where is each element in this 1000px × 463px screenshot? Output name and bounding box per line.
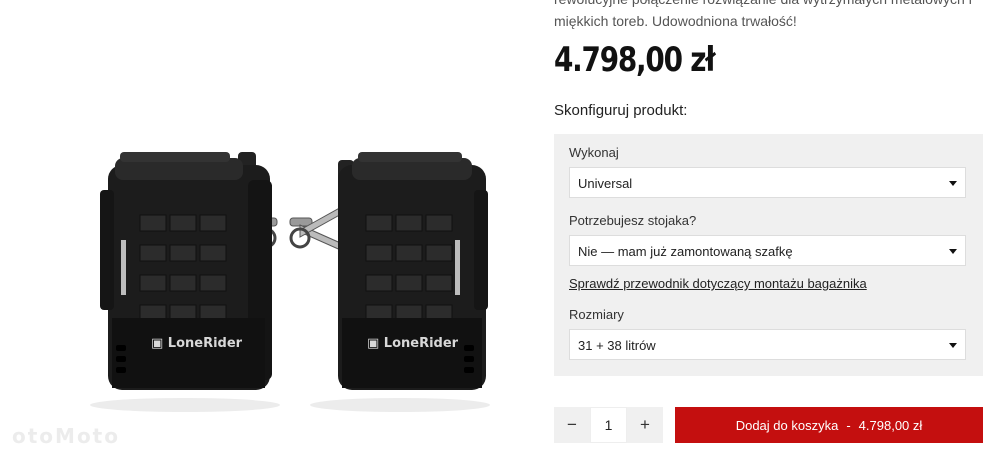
decrease-quantity-button[interactable]: −: [554, 407, 590, 443]
right-bag: ▣ LoneRider: [338, 152, 488, 390]
quantity-input[interactable]: 1: [590, 407, 627, 443]
caret-down-icon: [949, 181, 957, 186]
add-to-cart-button[interactable]: Dodaj do koszyka - 4.798,00 zł: [675, 407, 983, 443]
add-to-cart-separator: -: [846, 417, 851, 433]
svg-text:▣ LoneRider: ▣ LoneRider: [151, 336, 243, 351]
wykonaj-label: Wykonaj: [569, 145, 619, 160]
stojak-label: Potrzebujesz stojaka?: [569, 213, 697, 228]
configure-heading: Skonfiguruj produkt:: [554, 102, 688, 119]
increase-quantity-button[interactable]: +: [627, 407, 663, 443]
product-price: 4.798,00 zł: [554, 40, 716, 80]
stojak-value: Nie — mam już zamontowaną szafkę: [578, 244, 793, 259]
quantity-stepper: − 1 +: [554, 407, 663, 443]
rozmiary-value: 31 + 38 litrów: [578, 338, 656, 353]
caret-down-icon: [949, 249, 957, 254]
watermark: otoMoto: [12, 424, 120, 448]
rozmiary-label: Rozmiary: [569, 307, 624, 322]
stojak-select[interactable]: Nie — mam już zamontowaną szafkę: [569, 235, 966, 266]
mounting-guide-link[interactable]: Sprawdź przewodnik dotyczący montażu bag…: [569, 276, 867, 291]
product-description: rewolucyjne połączenie rozwiązanie dla w…: [554, 0, 972, 29]
caret-down-icon: [949, 343, 957, 348]
add-to-cart-price: 4.798,00 zł: [858, 417, 923, 433]
svg-text:▣ LoneRider: ▣ LoneRider: [367, 336, 459, 351]
rozmiary-select[interactable]: 31 + 38 litrów: [569, 329, 966, 360]
config-panel: Wykonaj Universal Potrzebujesz stojaka? …: [554, 134, 983, 376]
add-to-cart-label: Dodaj do koszyka: [735, 417, 839, 433]
left-bag: ▣ LoneRider: [100, 152, 272, 390]
product-image[interactable]: ▣ LoneRider ▣ LoneRider otoMoto: [0, 0, 540, 458]
wykonaj-value: Universal: [578, 176, 633, 191]
wykonaj-select[interactable]: Universal: [569, 167, 966, 198]
